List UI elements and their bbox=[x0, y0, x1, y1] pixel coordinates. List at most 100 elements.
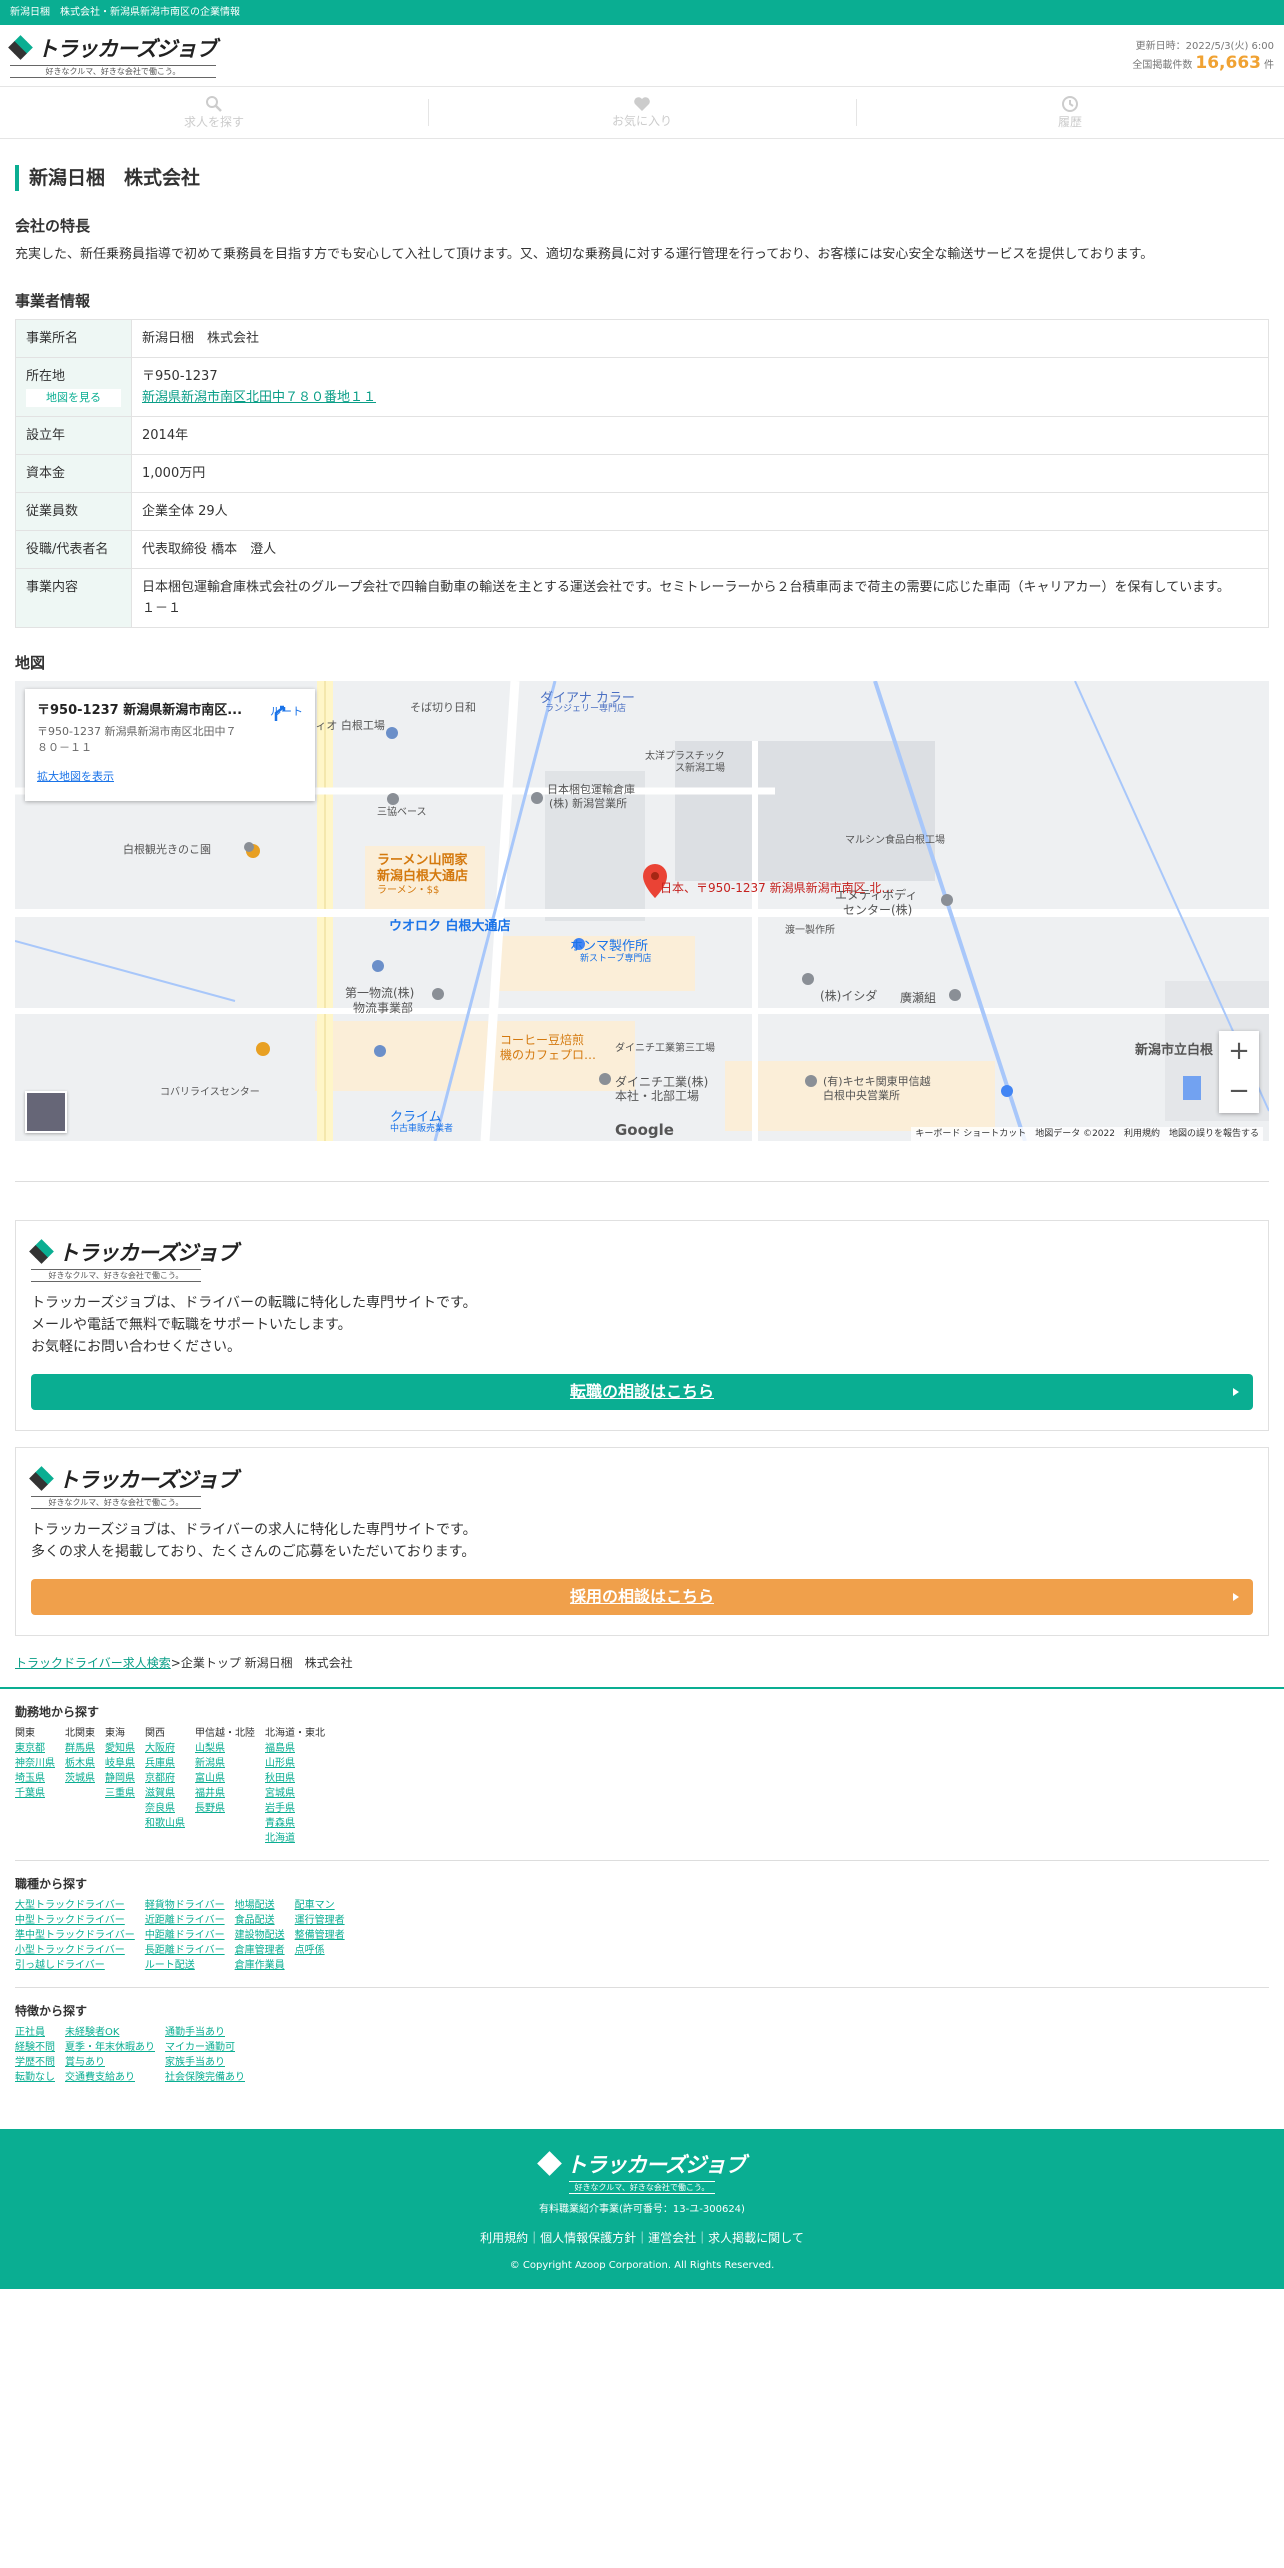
breadcrumb: トラックドライバー求人検索>企業トップ 新潟日梱 株式会社 bbox=[15, 1654, 1269, 1687]
footer-link[interactable]: 愛知県 bbox=[105, 1741, 135, 1756]
footer-link[interactable]: 中型トラックドライバー bbox=[15, 1913, 135, 1928]
footer-link[interactable]: 岩手県 bbox=[265, 1801, 325, 1816]
table-row: 役職/代表者名 代表取締役 橋本 澄人 bbox=[15, 530, 1269, 569]
footer-link[interactable]: 埼玉県 bbox=[15, 1771, 55, 1786]
footer-link[interactable]: 京都府 bbox=[145, 1771, 185, 1786]
satellite-toggle[interactable] bbox=[25, 1091, 67, 1133]
job-heading: 職種から探す bbox=[15, 1877, 88, 1891]
footer-link[interactable]: 点呼係 bbox=[295, 1943, 345, 1958]
zoom-in-button[interactable]: + bbox=[1219, 1031, 1259, 1071]
footer-link[interactable]: 食品配送 bbox=[235, 1913, 285, 1928]
map-place-label: ラーメン・$$ bbox=[377, 885, 440, 896]
logo-mark-icon bbox=[537, 2151, 562, 2176]
footer-link[interactable]: 宮城県 bbox=[265, 1786, 325, 1801]
footer-link[interactable]: 引っ越しドライバー bbox=[15, 1958, 135, 1973]
footer-link[interactable]: 兵庫県 bbox=[145, 1756, 185, 1771]
footer-link[interactable]: 茨城県 bbox=[65, 1771, 95, 1786]
card-text: トラッカーズジョブは、ドライバーの転職に特化した専門サイトです。 メールや電話で無… bbox=[31, 1295, 477, 1355]
nav-history-label: 履歴 bbox=[1057, 115, 1082, 129]
footer-link[interactable]: 千葉県 bbox=[15, 1786, 55, 1801]
footer-link[interactable]: 栃木県 bbox=[65, 1756, 95, 1771]
footer-link[interactable]: 家族手当あり bbox=[165, 2055, 245, 2070]
footer-link[interactable]: 交通費支給あり bbox=[65, 2070, 155, 2085]
nav-favorite[interactable]: お気に入り bbox=[428, 87, 856, 138]
table-row: 事業所名 新潟日梱 株式会社 bbox=[15, 319, 1269, 358]
footer-link[interactable]: 東京都 bbox=[15, 1741, 55, 1756]
footer-link[interactable]: 社会保険完備あり bbox=[165, 2070, 245, 2085]
footer-link[interactable]: 岐阜県 bbox=[105, 1756, 135, 1771]
footer-link[interactable]: 経験不問 bbox=[15, 2040, 55, 2055]
footer-link[interactable]: 配車マン bbox=[295, 1898, 345, 1913]
footer-link[interactable]: 賞与あり bbox=[65, 2055, 155, 2070]
nav-history[interactable]: 履歴 bbox=[856, 87, 1284, 138]
footer-link[interactable]: 群馬県 bbox=[65, 1741, 95, 1756]
footer-link[interactable]: 福井県 bbox=[195, 1786, 255, 1801]
top-bar-text: 新潟日梱 株式会社・新潟県新潟市南区の企業情報 bbox=[10, 7, 240, 18]
footer-link[interactable]: 未経験者OK bbox=[65, 2025, 155, 2040]
footer-link[interactable]: 通勤手当あり bbox=[165, 2025, 245, 2040]
footer-link[interactable]: 倉庫作業員 bbox=[235, 1958, 285, 1973]
footer-link[interactable]: 三重県 bbox=[105, 1786, 135, 1801]
footer-link[interactable]: 夏季・年末休暇あり bbox=[65, 2040, 155, 2055]
footer-link[interactable]: 青森県 bbox=[265, 1816, 325, 1831]
footer-link[interactable]: 学歴不問 bbox=[15, 2055, 55, 2070]
footer-link[interactable]: 軽貨物ドライバー bbox=[145, 1898, 225, 1913]
feature-text: 充実した、新任乗務員指導で初めて乗務員を目指す方でも安心して入社して頂けます。又… bbox=[15, 247, 1154, 262]
recruit-consult-button[interactable]: 採用の相談はこちら bbox=[31, 1579, 1253, 1615]
footer-links[interactable]: 利用規約｜個人情報保護方針｜運営会社｜求人掲載に関して bbox=[0, 2229, 1284, 2246]
footer-link[interactable]: 小型トラックドライバー bbox=[15, 1943, 135, 1958]
info-address: 〒950-1237 新潟県新潟市南区北田中７８０－１１ bbox=[37, 725, 237, 754]
card-logo: トラッカーズジョブ 好きなクルマ、好きな会社で働こう。 bbox=[29, 1237, 1253, 1282]
footer-link[interactable]: 大阪府 bbox=[145, 1741, 185, 1756]
footer-link[interactable]: 大型トラックドライバー bbox=[15, 1898, 135, 1913]
footer-link[interactable]: 中距離ドライバー bbox=[145, 1928, 225, 1943]
address-link[interactable]: 新潟県新潟市南区北田中７８０番地１１ bbox=[142, 390, 376, 405]
footer-link[interactable]: 倉庫管理者 bbox=[235, 1943, 285, 1958]
enlarge-map-link[interactable]: 拡大地図を表示 bbox=[37, 768, 303, 784]
footer-link[interactable]: 静岡県 bbox=[105, 1771, 135, 1786]
footer-link[interactable]: 長野県 bbox=[195, 1801, 255, 1816]
footer-link[interactable]: 近距離ドライバー bbox=[145, 1913, 225, 1928]
footer-link[interactable]: 建設物配送 bbox=[235, 1928, 285, 1943]
map-place-label: そば切り日和 bbox=[410, 701, 476, 714]
column-heading: 甲信越・北陸 bbox=[195, 1728, 255, 1739]
footer-link[interactable]: 神奈川県 bbox=[15, 1756, 55, 1771]
zoom-out-button[interactable]: − bbox=[1219, 1071, 1259, 1111]
footer-link[interactable]: 奈良県 bbox=[145, 1801, 185, 1816]
footer-link[interactable]: 富山県 bbox=[195, 1771, 255, 1786]
footer-link[interactable]: 秋田県 bbox=[265, 1771, 325, 1786]
footer-link[interactable]: 新潟県 bbox=[195, 1756, 255, 1771]
footer-link[interactable]: 運行管理者 bbox=[295, 1913, 345, 1928]
footer-column: 北関東 群馬県 栃木県 茨城県 bbox=[65, 1726, 95, 1846]
feature-section: 特徴から探す 正社員 経験不問 学歴不問 転勤なし 未経験者OK 夏季・年末休暇あり 賞与あ… bbox=[15, 2002, 1269, 2099]
footer-link[interactable]: 和歌山県 bbox=[145, 1816, 185, 1831]
footer-link[interactable]: 福島県 bbox=[265, 1741, 325, 1756]
footer-link[interactable]: 整備管理者 bbox=[295, 1928, 345, 1943]
footer-logo[interactable]: トラッカーズジョブ 好きなクルマ、好きな会社で働こう。 bbox=[0, 2149, 1284, 2194]
footer-link[interactable]: 転勤なし bbox=[15, 2070, 55, 2085]
footer-link[interactable]: マイカー通勤可 bbox=[165, 2040, 245, 2055]
breadcrumb-link[interactable]: トラックドライバー求人検索 bbox=[15, 1656, 171, 1670]
footer-link[interactable]: 準中型トラックドライバー bbox=[15, 1928, 135, 1943]
row-label: 資本金 bbox=[15, 454, 132, 493]
map-place-label: 新潟市立白根 bbox=[1135, 1043, 1214, 1058]
license-text: 有料職業紹介事業(許可番号：13-ユ-300624) bbox=[539, 2204, 745, 2215]
footer-link[interactable]: 山形県 bbox=[265, 1756, 325, 1771]
career-consult-button[interactable]: 転職の相談はこちら bbox=[31, 1374, 1253, 1410]
footer-link[interactable]: 北海道 bbox=[265, 1831, 325, 1846]
map-attribution[interactable]: キーボード ショートカット 地図データ ©2022 利用規約 地図の誤りを報告す… bbox=[911, 1127, 1263, 1141]
table-row: 資本金 1,000万円 bbox=[15, 454, 1269, 493]
footer-link[interactable]: ルート配送 bbox=[145, 1958, 225, 1973]
site-logo[interactable]: トラッカーズジョブ 好きなクルマ、好きな会社で働こう。 bbox=[8, 33, 217, 78]
view-map-button[interactable]: 地図を見る bbox=[26, 389, 121, 407]
footer-link[interactable]: 正社員 bbox=[15, 2025, 55, 2040]
footer-link[interactable]: 地場配送 bbox=[235, 1898, 285, 1913]
nav-search[interactable]: 求人を探す bbox=[0, 87, 428, 138]
nav-search-label: 求人を探す bbox=[183, 115, 244, 129]
embedded-map[interactable]: ティオ 白根工場 そば切り日和 ダイアナ カラー ランジェリー専門店 太洋プラス… bbox=[15, 681, 1269, 1141]
route-button[interactable]: ルート bbox=[270, 703, 303, 721]
map-place-label: ス新潟工場 bbox=[675, 763, 725, 774]
footer-link[interactable]: 山梨県 bbox=[195, 1741, 255, 1756]
footer-link[interactable]: 長距離ドライバー bbox=[145, 1943, 225, 1958]
footer-link[interactable]: 滋賀県 bbox=[145, 1786, 185, 1801]
